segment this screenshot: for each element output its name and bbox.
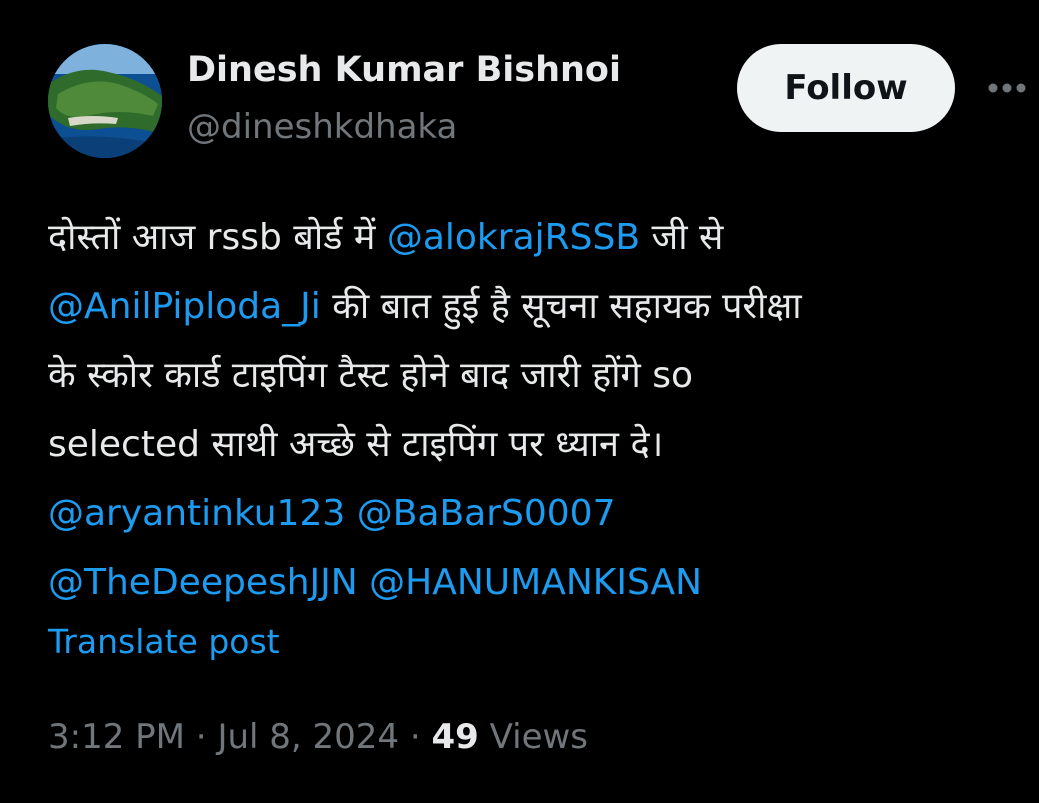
mention-link[interactable]: @TheDeepeshJJN (48, 562, 358, 603)
tweet-line: @aryantinku123 @BaBarS0007 (48, 479, 1018, 548)
mention-link[interactable]: @AnilPiploda_Ji (48, 286, 321, 327)
tweet-line: @TheDeepeshJJN @HANUMANKISAN (48, 548, 1018, 617)
post-date[interactable]: Jul 8, 2024 (217, 717, 399, 757)
more-options-button[interactable] (985, 70, 1029, 106)
views-count: 49 (431, 717, 479, 757)
post-time[interactable]: 3:12 PM (48, 717, 185, 757)
tweet-text-segment: की बात हुई है सूचना सहायक परीक्षा (320, 286, 802, 327)
follow-button[interactable]: Follow (737, 44, 955, 132)
meta-separator: · (399, 717, 432, 757)
mention-link[interactable]: @HANUMANKISAN (369, 562, 702, 603)
translate-post-link[interactable]: Translate post (48, 622, 280, 661)
tweet-line: के स्कोर कार्ड टाइपिंग टैस्ट होने बाद जा… (48, 355, 694, 396)
mention-link[interactable]: @alokrajRSSB (387, 217, 640, 258)
mention-link[interactable]: @aryantinku123 (48, 493, 345, 534)
more-horizontal-icon (988, 83, 1026, 93)
tweet-line: @AnilPiploda_Ji की बात हुई है सूचना सहाय… (48, 272, 1018, 341)
tweet-text: दोस्तों आज rssb बोर्ड में @alokrajRSSB ज… (48, 203, 1018, 617)
tweet-text-segment: जी से (640, 217, 724, 258)
tweet-line: selected साथी अच्छे से टाइपिंग पर ध्यान … (48, 424, 664, 465)
mention-link[interactable]: @BaBarS0007 (357, 493, 616, 534)
avatar[interactable] (48, 44, 162, 158)
tweet-meta: 3:12 PM · Jul 8, 2024 · 49 Views (48, 717, 588, 757)
tweet-line: दोस्तों आज rssb बोर्ड में @alokrajRSSB ज… (48, 203, 1018, 272)
meta-separator: · (185, 717, 218, 757)
island-photo-avatar (48, 44, 162, 158)
views-label: Views (489, 717, 589, 757)
tweet-text-segment: दोस्तों आज rssb बोर्ड में (48, 217, 387, 258)
display-name[interactable]: Dinesh Kumar Bishnoi (187, 50, 621, 90)
user-handle[interactable]: @dineshkdhaka (187, 107, 457, 147)
